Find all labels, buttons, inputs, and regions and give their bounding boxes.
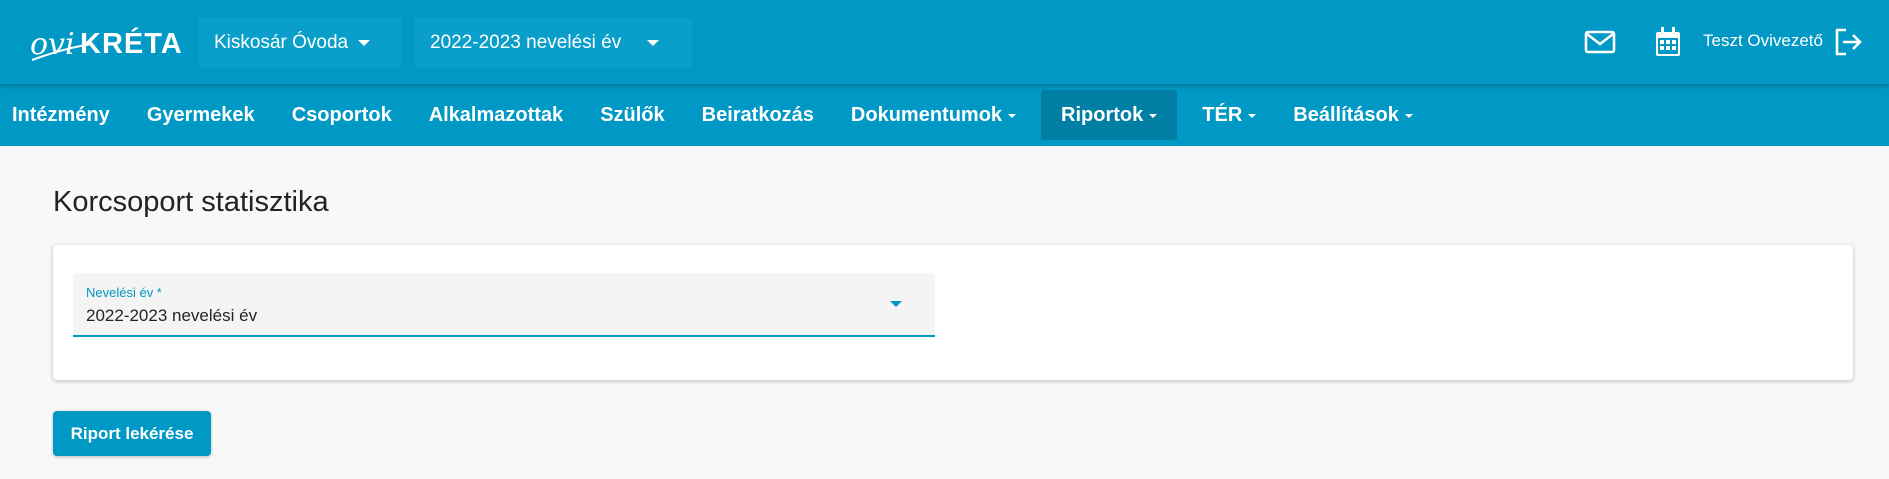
nav-item-label: Csoportok [291,103,392,126]
kreta-logo[interactable]: ovi KRÉTA [30,14,188,70]
page-title: Korcsoport statisztika [53,186,329,218]
nav-item-alkalmazottak[interactable]: Alkalmazottak [417,90,576,140]
mail-icon[interactable] [1582,24,1618,60]
caret-down-icon [1248,114,1257,118]
nav-item-beállítások[interactable]: Beállítások [1281,90,1425,140]
nav-item-csoportok[interactable]: Csoportok [280,90,404,140]
caret-down-icon [1149,114,1158,118]
nav-item-label: Riportok [1061,103,1144,126]
svg-text:KRÉTA: KRÉTA [80,26,183,60]
nav-item-riportok[interactable]: Riportok [1041,90,1178,140]
nav-item-beiratkozás[interactable]: Beiratkozás [690,90,826,140]
nav-item-label: Dokumentumok [850,103,1003,126]
nav-item-dokumentumok[interactable]: Dokumentumok [839,90,1028,140]
nav-item-szülők[interactable]: Szülők [588,90,676,140]
nav-item-label: Beiratkozás [701,103,814,126]
year-select[interactable]: 2022-2023 nevelési év [414,18,692,68]
nav-item-gyermekek[interactable]: Gyermekek [135,90,267,140]
nav-item-label: Szülők [600,103,665,126]
get-report-button[interactable]: Riport lekérése [53,411,211,456]
main-nav: Intézmény Gyermekek Csoportok Alkalmazottak… [0,84,1889,146]
nav-item-label: Gyermekek [146,103,255,126]
nav-item-label: TÉR [1202,103,1243,126]
nav-item-intézmény[interactable]: Intézmény [0,90,122,140]
year-field-value: 2022-2023 nevelési év [86,306,258,325]
institution-select-value: Kiskosár Óvoda [214,32,349,53]
calendar-icon[interactable] [1650,24,1686,60]
user-name[interactable]: Teszt Ovivezető [1703,31,1823,51]
top-bar: ovi KRÉTA Kiskosár Óvoda 2022-2023 nevel… [0,0,1889,84]
nav-item-label: Alkalmazottak [428,103,564,126]
year-field[interactable]: Nevelési év * 2022-2023 nevelési év [73,273,935,337]
logout-icon[interactable] [1832,25,1864,59]
year-field-label: Nevelési év * [86,285,162,300]
institution-select[interactable]: Kiskosár Óvoda [198,18,402,68]
caret-down-icon [1404,114,1413,118]
nav-item-label: Beállítások [1293,103,1399,126]
chevron-down-icon [358,40,370,46]
chevron-down-icon [647,40,659,46]
year-select-value: 2022-2023 nevelési év [430,32,622,53]
caret-down-icon [1008,114,1017,118]
chevron-down-icon [890,301,902,307]
filter-card: Nevelési év * 2022-2023 nevelési év [53,245,1853,380]
nav-item-tér[interactable]: TÉR [1190,90,1268,140]
nav-item-label: Intézmény [12,103,110,126]
svg-text:ovi: ovi [30,27,75,62]
